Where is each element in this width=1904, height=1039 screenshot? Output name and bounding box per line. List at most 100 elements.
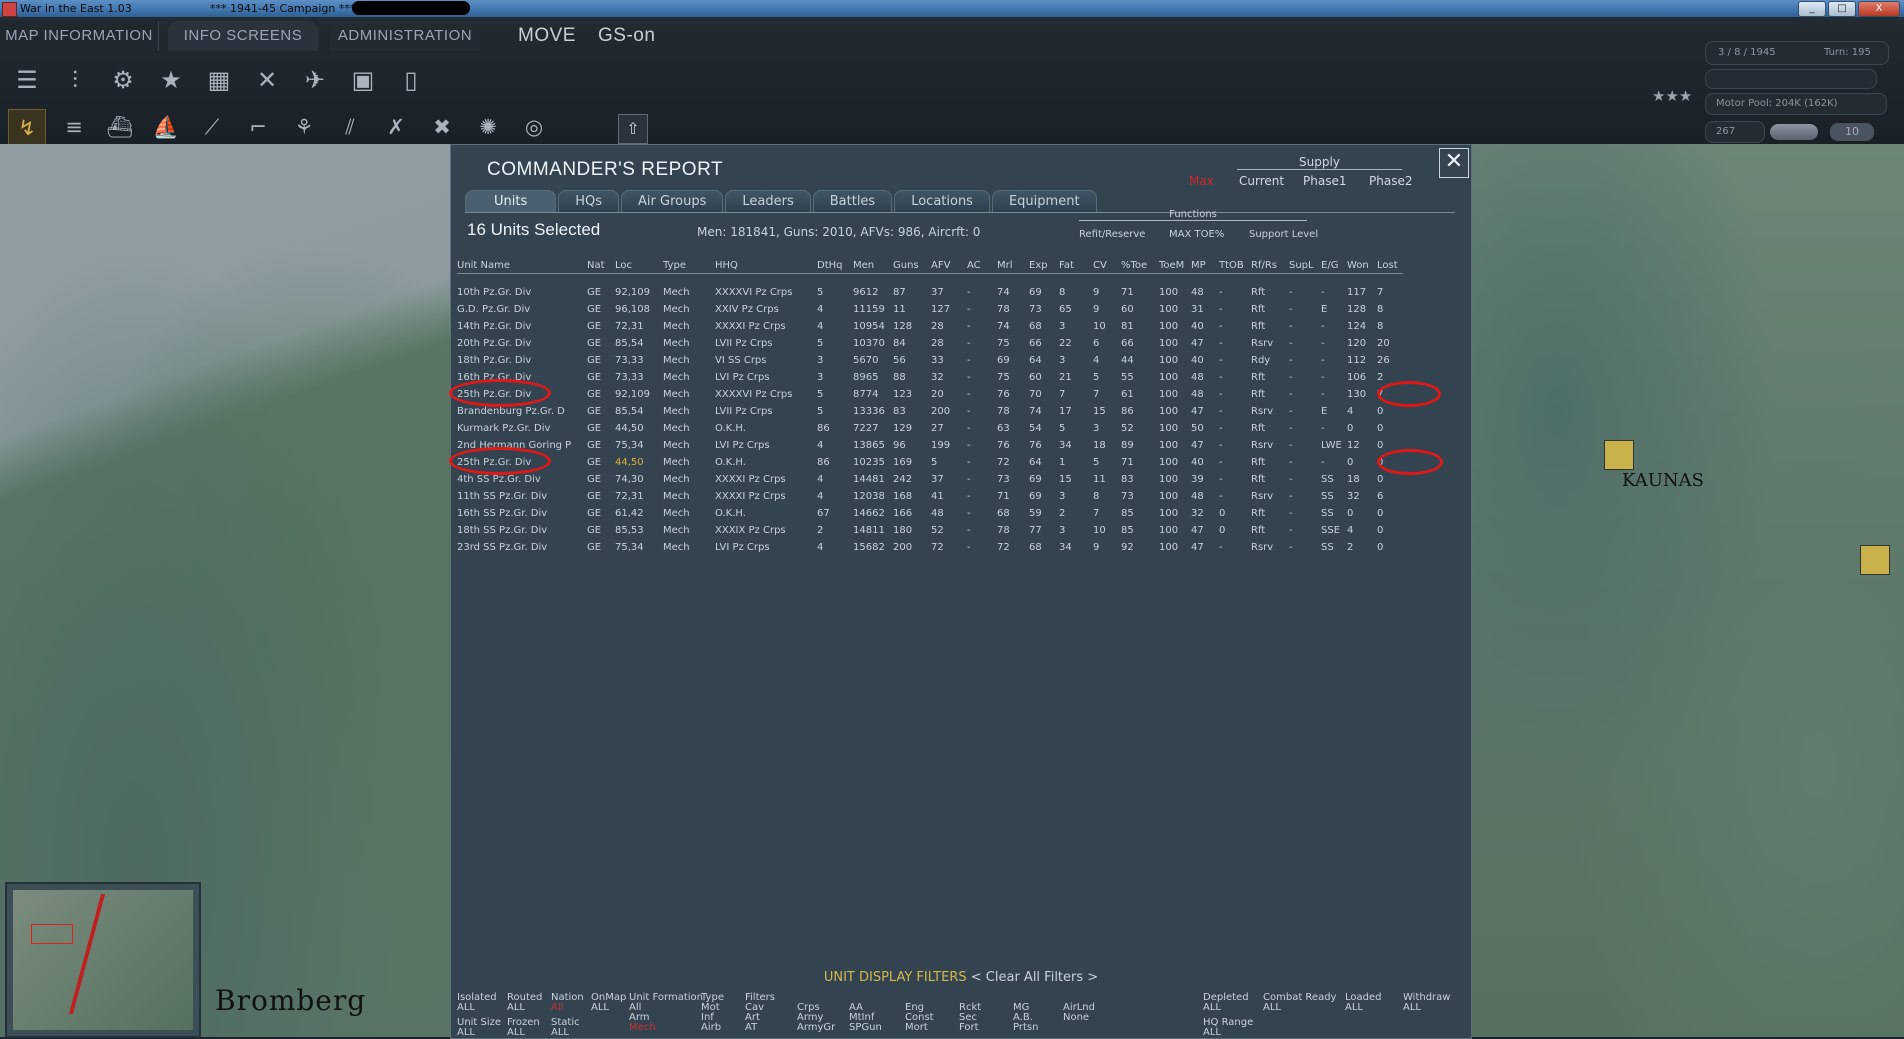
filter-aa[interactable]: AA MtInf SPGun <box>849 1003 882 1033</box>
column-header[interactable]: AFV <box>931 257 967 274</box>
tab-air-groups[interactable]: Air Groups <box>621 190 724 213</box>
crossed-weapons-icon[interactable]: ✕ <box>248 61 286 99</box>
filter-loaded[interactable]: Loaded ALL <box>1345 993 1382 1013</box>
tab-hqs[interactable]: HQs <box>558 190 620 213</box>
tab-units[interactable]: Units <box>465 190 557 213</box>
explosion-icon[interactable]: ✺ <box>470 109 506 145</box>
sliders-icon[interactable]: ⫶ <box>56 61 94 99</box>
table-row[interactable]: 14th Pz.Gr. Div GE 72,31 Mech XXXXI Pz Crps 4… <box>457 318 1403 335</box>
column-header[interactable]: Nat <box>587 257 615 274</box>
tab-battles[interactable]: Battles <box>812 190 893 213</box>
table-row[interactable]: 18th SS Pz.Gr. Div GE 85,53 Mech XXXIX Pz Cr… <box>457 522 1403 539</box>
column-header[interactable]: SupL <box>1289 257 1321 274</box>
move-mode-icon[interactable]: ↯ <box>8 109 46 147</box>
column-header[interactable]: AC <box>967 257 997 274</box>
filter-type[interactable]: Type Mot Inf Airb <box>701 993 724 1033</box>
value-pill[interactable]: 10 <box>1830 123 1874 141</box>
table-row[interactable]: 18th Pz.Gr. Div GE 73,33 Mech VI SS Crps 3 567… <box>457 352 1403 369</box>
table-row[interactable]: 16th SS Pz.Gr. Div GE 61,42 Mech O.K.H. 67 146… <box>457 505 1403 522</box>
column-header[interactable]: Fat <box>1059 257 1093 274</box>
menu-administration[interactable]: ADMINISTRATION <box>330 21 480 51</box>
filter-mg[interactable]: MG A.B. Prtsn <box>1013 1003 1038 1033</box>
rail-icon[interactable]: ≡ <box>56 109 92 145</box>
support-level-button[interactable]: Support Level <box>1249 229 1318 240</box>
menu-gs-on[interactable]: GS-on <box>598 21 655 51</box>
naval-icon[interactable]: ⛵ <box>148 109 184 145</box>
filter-unit-formation[interactable]: Unit Formation All Arm Mech <box>629 993 703 1033</box>
tab-leaders[interactable]: Leaders <box>725 190 811 213</box>
column-header[interactable]: Loc <box>615 257 663 274</box>
plane-icon[interactable]: ✈ <box>296 61 334 99</box>
fuel-icon[interactable]: ▣ <box>344 61 382 99</box>
upload-icon[interactable]: ⇧ <box>618 114 648 144</box>
column-header[interactable]: TtOB <box>1219 257 1251 274</box>
filter-rckt[interactable]: Rckt Sec Fort <box>959 1003 981 1033</box>
clear-filters-button[interactable]: < Clear All Filters > <box>971 970 1098 985</box>
table-row[interactable]: 2nd Hermann Goring P GE 75,34 Mech LVI Pz Cr… <box>457 437 1403 454</box>
column-header[interactable]: DtHq <box>817 257 853 274</box>
column-header[interactable]: Type <box>663 257 715 274</box>
air-transport-icon[interactable]: ⫽ <box>332 109 368 145</box>
table-row[interactable]: 4th SS Pz.Gr. Div GE 74,30 Mech XXXXI Pz Crp… <box>457 471 1403 488</box>
column-header[interactable]: Mrl <box>997 257 1029 274</box>
filter-static[interactable]: Static ALL <box>551 1018 580 1038</box>
max-toe-button[interactable]: MAX TOE% <box>1169 229 1224 240</box>
column-header[interactable]: HHQ <box>715 257 817 274</box>
minimap-viewport[interactable] <box>31 924 73 944</box>
table-row[interactable]: Kurmark Pz.Gr. Div GE 44,50 Mech O.K.H. 86 722… <box>457 420 1403 437</box>
column-header[interactable]: Guns <box>893 257 931 274</box>
supply-option-max[interactable]: Max <box>1189 174 1214 188</box>
column-header[interactable]: Men <box>853 257 893 274</box>
minimap[interactable] <box>5 882 201 1038</box>
window-close-button[interactable]: X <box>1858 1 1900 17</box>
filter-onmap[interactable]: OnMap ALL <box>591 993 626 1013</box>
ground-attack-icon[interactable]: ⌐ <box>240 109 276 145</box>
minimize-button[interactable]: _ <box>1798 1 1826 17</box>
tab-locations[interactable]: Locations <box>894 190 990 213</box>
unit-counter[interactable] <box>1604 440 1634 470</box>
filter-depleted[interactable]: Depleted ALL <box>1203 993 1249 1013</box>
filter-filters[interactable]: Filters Cav Art AT <box>745 993 775 1033</box>
column-header[interactable]: Exp <box>1029 257 1059 274</box>
menu-info-screens[interactable]: INFO SCREENS <box>168 21 318 51</box>
filter-nation[interactable]: Nation All <box>551 993 584 1013</box>
layers-icon[interactable]: ☰ <box>8 61 46 99</box>
column-header[interactable]: Lost <box>1377 257 1403 274</box>
table-row[interactable]: 16th Pz.Gr. Div GE 73,33 Mech LVI Pz Crps 3 89… <box>457 369 1403 386</box>
gear-icon[interactable]: ⚙ <box>104 61 142 99</box>
menu-move[interactable]: MOVE <box>518 21 576 51</box>
filter-unit-size[interactable]: Unit Size ALL <box>457 1018 501 1038</box>
map-view-right[interactable] <box>1470 144 1904 1037</box>
table-row[interactable]: 11th SS Pz.Gr. Div GE 72,31 Mech XXXXI Pz Cr… <box>457 488 1403 505</box>
ship-icon[interactable]: ⛴ <box>102 109 138 145</box>
refit-reserve-button[interactable]: Refit/Reserve <box>1079 229 1145 240</box>
filter-crps[interactable]: Crps Army ArmyGr <box>797 1003 835 1033</box>
star-icon[interactable]: ★ <box>152 61 190 99</box>
menu-map-information[interactable]: MAP INFORMATION <box>0 21 159 51</box>
interdiction-icon[interactable]: ✗ <box>378 109 414 145</box>
airdrop-icon[interactable]: ⚘ <box>286 109 322 145</box>
supply-option-phase1[interactable]: Phase1 <box>1303 174 1346 188</box>
table-row[interactable]: 25th Pz.Gr. Div GE 92,109 Mech XXXXVI Pz Crp… <box>457 386 1403 403</box>
column-header[interactable]: Unit Name <box>457 257 587 274</box>
table-row[interactable]: 25th Pz.Gr. Div GE 44,50 Mech O.K.H. 86 10235 1… <box>457 454 1403 471</box>
filter-frozen[interactable]: Frozen ALL <box>507 1018 540 1038</box>
table-row[interactable]: G.D. Pz.Gr. Div GE 96,108 Mech XXIV Pz Crps 4… <box>457 301 1403 318</box>
bomb-icon[interactable]: ✖ <box>424 109 460 145</box>
column-header[interactable]: %Toe <box>1121 257 1159 274</box>
filter-routed[interactable]: Routed ALL <box>507 993 542 1013</box>
air-strike-icon[interactable]: ⟋ <box>194 109 230 145</box>
maximize-button[interactable]: □ <box>1828 1 1856 17</box>
toggle-pill[interactable] <box>1770 124 1818 140</box>
filter-airlnd[interactable]: AirLnd None <box>1063 1003 1095 1023</box>
column-header[interactable]: E/G <box>1321 257 1347 274</box>
table-row[interactable]: Brandenburg Pz.Gr. D GE 85,54 Mech LVII Pz C… <box>457 403 1403 420</box>
filter-isolated[interactable]: Isolated ALL <box>457 993 497 1013</box>
supply-option-current[interactable]: Current <box>1239 174 1284 188</box>
table-row[interactable]: 10th Pz.Gr. Div GE 92,109 Mech XXXXVI Pz Crp… <box>457 284 1403 301</box>
filter-eng[interactable]: Eng Const Mort <box>905 1003 934 1033</box>
filter-combat-ready[interactable]: Combat Ready ALL <box>1263 993 1336 1013</box>
supply-option-phase2[interactable]: Phase2 <box>1369 174 1412 188</box>
recon-icon[interactable]: ◎ <box>516 109 552 145</box>
unit-counter[interactable] <box>1860 545 1890 575</box>
